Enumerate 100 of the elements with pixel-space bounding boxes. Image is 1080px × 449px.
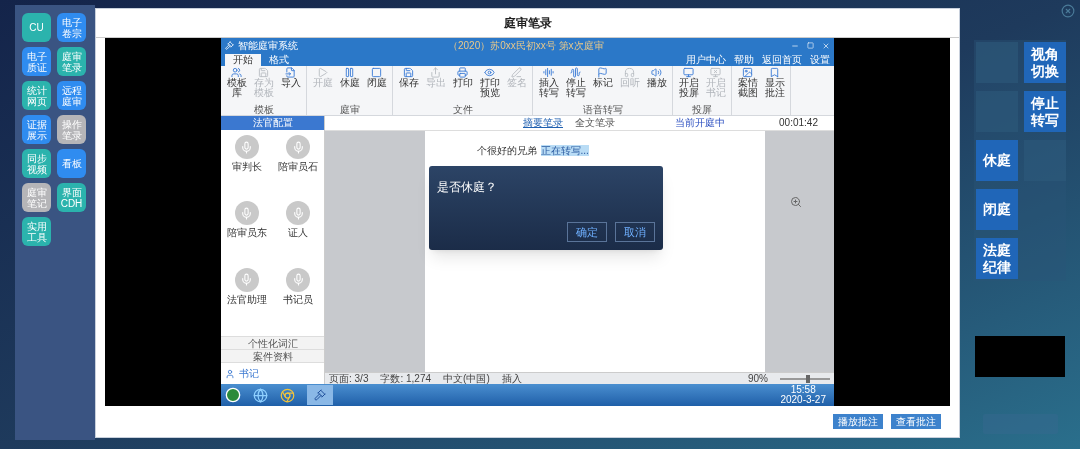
ribbon-button[interactable]: 插入转写 xyxy=(535,66,562,104)
app-tile[interactable]: 远程庭审 xyxy=(57,81,86,110)
microphone-icon[interactable] xyxy=(286,201,311,226)
clock-date: 2020-3-27 xyxy=(780,395,826,405)
dialog-button[interactable]: 确定 xyxy=(567,222,607,242)
save-icon xyxy=(403,67,414,78)
audio-wave-icon xyxy=(543,67,554,78)
status-text: 中文(中国) xyxy=(443,373,490,384)
stop-icon xyxy=(371,67,382,78)
browser-icon[interactable] xyxy=(280,387,295,403)
bookmark-icon xyxy=(769,67,780,78)
users-icon xyxy=(231,67,242,78)
microphone-icon[interactable] xyxy=(286,267,311,292)
ribbon-button[interactable]: 播放 xyxy=(643,66,670,104)
ribbon-button[interactable]: 保存 xyxy=(395,66,422,104)
speaker-label: 陪审员东 xyxy=(226,227,267,240)
close-icon[interactable] xyxy=(1061,4,1075,18)
ribbon-button[interactable]: 开启投屏 xyxy=(675,66,702,104)
footer-button[interactable]: 查看批注 xyxy=(891,414,941,429)
user-name: 书记 xyxy=(239,367,259,381)
user-icon xyxy=(225,368,235,379)
ribbon-group-label: 投屏 xyxy=(691,104,713,115)
monitor-icon xyxy=(683,67,694,78)
ribbon-button[interactable]: 模板库 xyxy=(223,66,250,104)
eye-icon xyxy=(484,67,495,78)
microphone-icon[interactable] xyxy=(286,135,311,159)
ribbon-button[interactable]: 停止转写 xyxy=(562,66,589,104)
speaker-label: 法官助理 xyxy=(226,293,267,306)
app-tile[interactable]: 看板 xyxy=(57,149,86,178)
ribbon-button[interactable]: 打印预览 xyxy=(476,66,503,104)
maximize-icon[interactable] xyxy=(807,41,814,49)
ribbon-button[interactable]: 案情截图 xyxy=(734,66,761,115)
ribbon-button[interactable]: 打印 xyxy=(449,66,476,104)
confirm-message: 是否休庭？ xyxy=(437,179,498,196)
timer: 00:01:42 xyxy=(779,118,818,128)
speaker-label: 书记员 xyxy=(283,293,314,306)
document-tab[interactable]: 全文笔录 xyxy=(575,118,615,128)
headphones-icon xyxy=(624,67,635,78)
flag-icon xyxy=(597,67,608,78)
ribbon-group-label: 语音转写 xyxy=(581,104,624,115)
transcript-text: 个很好的兄弟 xyxy=(476,145,537,156)
microphone-icon[interactable] xyxy=(234,201,259,226)
panel-section[interactable]: 个性化词汇 xyxy=(221,336,324,349)
zoom-icon[interactable] xyxy=(790,196,802,208)
control-button[interactable]: 视角切换 xyxy=(1024,42,1066,83)
status-text: 插入 xyxy=(501,373,522,384)
save-icon xyxy=(258,67,269,78)
play-icon xyxy=(317,67,328,78)
app-title: 智能庭审系统 xyxy=(238,40,298,51)
pause-icon xyxy=(344,67,355,78)
zoom-level: 90% xyxy=(748,373,768,384)
ribbon-button[interactable]: 标记 xyxy=(589,66,616,104)
footer-button[interactable]: 播放批注 xyxy=(833,414,883,429)
dialog-button[interactable]: 取消 xyxy=(615,222,655,242)
browser-icon[interactable] xyxy=(253,387,268,403)
monitor-icon xyxy=(710,67,721,78)
status-text: 页面: 3/3 xyxy=(329,373,369,384)
control-button[interactable]: 休庭 xyxy=(976,140,1018,181)
menu-tab[interactable]: 开始 xyxy=(225,54,261,66)
speaker-label: 陪审员石 xyxy=(278,161,319,173)
close-icon[interactable] xyxy=(822,41,830,50)
gavel-icon xyxy=(225,41,234,50)
document-tab[interactable]: 摘要笔录 xyxy=(523,118,563,128)
pen-icon xyxy=(511,67,522,78)
zoom-slider-thumb[interactable] xyxy=(805,374,810,383)
clock-time: 15:58 xyxy=(790,385,816,395)
app-tile[interactable]: 电子卷宗 xyxy=(57,13,86,42)
app-tile[interactable]: 电子质证 xyxy=(22,47,51,76)
speaker-label: 证人 xyxy=(288,227,309,240)
ribbon-button[interactable]: 导入 xyxy=(277,66,304,104)
ribbon-button[interactable]: 显示批注 xyxy=(761,66,788,115)
microphone-icon[interactable] xyxy=(234,135,259,159)
app-taskbar-icon[interactable] xyxy=(307,385,333,405)
panel-section[interactable]: 案件资料 xyxy=(221,349,324,362)
import-icon xyxy=(285,67,296,78)
session-status: 当前开庭中 xyxy=(675,118,725,128)
top-link[interactable]: 用户中心 xyxy=(686,54,726,65)
top-link[interactable]: 帮助 xyxy=(734,54,754,65)
speaker-label: 审判长 xyxy=(231,161,262,173)
image-icon xyxy=(742,67,753,78)
control-button[interactable]: 停止转写 xyxy=(1024,91,1066,132)
control-button[interactable]: 法庭纪律 xyxy=(976,238,1018,279)
ribbon-group-label: 模板 xyxy=(252,104,275,115)
top-link[interactable]: 设置 xyxy=(810,54,830,65)
printer-icon xyxy=(457,67,468,78)
top-link[interactable]: 返回首页 xyxy=(762,54,802,65)
status-text: 字数: 1,274 xyxy=(380,373,432,384)
share-icon xyxy=(430,67,441,78)
speaker-icon xyxy=(651,67,662,78)
case-number: （2020）苏0xx民初xx号 第x次庭审 xyxy=(448,40,604,51)
app-tile[interactable]: 证据展示 xyxy=(22,115,51,144)
audio-wave-icon xyxy=(570,67,581,78)
menu-tab[interactable]: 格式 xyxy=(261,54,297,66)
ribbon-button[interactable]: 休庭 xyxy=(336,66,363,104)
ribbon-group-label: 文件 xyxy=(451,104,474,115)
start-button[interactable] xyxy=(225,387,241,403)
panel-header: 法官配置 xyxy=(221,116,324,130)
microphone-icon[interactable] xyxy=(234,267,259,292)
control-button[interactable]: 闭庭 xyxy=(976,189,1018,230)
ribbon-button[interactable]: 闭庭 xyxy=(363,66,390,104)
